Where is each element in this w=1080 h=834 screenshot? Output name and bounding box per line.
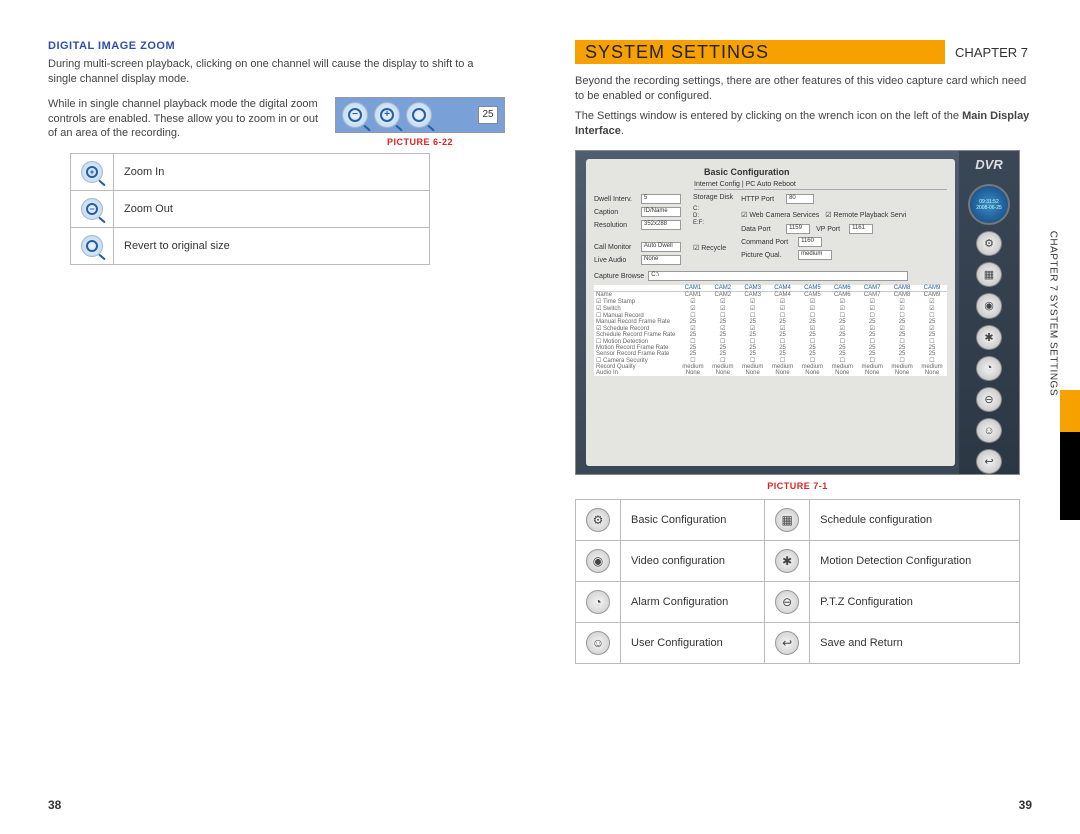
tabs[interactable]: Internet Config | PC Auto Reboot: [694, 181, 947, 190]
cmd-port[interactable]: 1160: [798, 237, 822, 247]
chapter-header: SYSTEM SETTINGS CHAPTER 7: [575, 40, 1032, 64]
http-port[interactable]: 80: [786, 194, 814, 204]
chapter-bar: SYSTEM SETTINGS: [575, 40, 945, 64]
picture-6-22: − + 25 PICTURE 6-22: [335, 97, 505, 147]
callmon-select[interactable]: Auto Dwell: [641, 242, 681, 252]
window-title: Basic Configuration: [704, 167, 947, 177]
table-row: ☺ User Configuration ↩ Save and Return: [576, 623, 1020, 664]
picture-label: PICTURE 6-22: [335, 137, 505, 147]
zoom-toolbar: − + 25: [335, 97, 505, 133]
save-icon: ↩: [775, 631, 799, 655]
page-number: 38: [48, 798, 61, 812]
calendar-icon[interactable]: ▦: [976, 262, 1002, 287]
zoom-legend-table: + Zoom In − Zoom Out Revert to original …: [70, 153, 430, 265]
cell-text: Zoom In: [114, 154, 430, 191]
save-icon[interactable]: ↩: [976, 449, 1002, 474]
vp-port[interactable]: 1161: [849, 224, 873, 234]
camera-table: CAM1CAM2CAM3CAM4CAM5CAM6CAM7CAM8CAM9 Nam…: [594, 285, 947, 376]
capture-path[interactable]: C:\: [648, 271, 908, 281]
thumb-tab: [1060, 390, 1080, 520]
picqual-select[interactable]: medium: [798, 250, 832, 260]
resolution-select[interactable]: 352x288: [641, 220, 681, 230]
chapter-number: CHAPTER 7: [955, 45, 1028, 60]
table-row: ◔ Alarm Configuration ⊖ P.T.Z Configurat…: [576, 582, 1020, 623]
cell-text: Revert to original size: [114, 228, 430, 265]
para-howto: The Settings window is entered by clicki…: [575, 109, 1032, 139]
table-row: ⚙ Basic Configuration ▦ Schedule configu…: [576, 500, 1020, 541]
calendar-icon: ▦: [775, 508, 799, 532]
dvr-logo: DVR: [975, 157, 1002, 172]
ptz-icon: ⊖: [775, 590, 799, 614]
zoom-value: 25: [478, 106, 498, 124]
chapter-title: SYSTEM SETTINGS: [585, 42, 769, 63]
zoom-reset-icon[interactable]: [406, 102, 432, 128]
caption-select[interactable]: ID/Name: [641, 207, 681, 217]
bell-icon: ◔: [586, 590, 610, 614]
para-intro: During multi-screen playback, clicking o…: [48, 57, 505, 87]
user-icon[interactable]: ☺: [976, 418, 1002, 443]
zoom-out-icon[interactable]: −: [342, 102, 368, 128]
data-port[interactable]: 1159: [786, 224, 810, 234]
picture-7-1: Basic Configuration Internet Config | PC…: [575, 150, 1020, 475]
video-icon: ◉: [586, 549, 610, 573]
table-row: + Zoom In: [71, 154, 430, 191]
dvr-sidebar: DVR 09:31:52 2008-06-25 ⚙ ▦ ◉ ✱ ◔ ⊖ ☺ ↩: [959, 151, 1019, 474]
motion-icon: ✱: [775, 549, 799, 573]
user-icon: ☺: [586, 631, 610, 655]
para-context: Beyond the recording settings, there are…: [575, 74, 1032, 104]
bell-icon[interactable]: ◔: [976, 356, 1002, 381]
clock: 09:31:52 2008-06-25: [968, 184, 1010, 225]
thumb-tab-text: CHAPTER 7 SYSTEM SETTINGS: [1047, 231, 1058, 396]
page-right: SYSTEM SETTINGS CHAPTER 7 Beyond the rec…: [540, 0, 1080, 834]
dwell-input[interactable]: 5: [641, 194, 681, 204]
table-row: Revert to original size: [71, 228, 430, 265]
zoom-in-icon[interactable]: +: [374, 102, 400, 128]
zoom-in-icon: +: [81, 161, 103, 183]
zoom-out-icon: −: [81, 198, 103, 220]
section-title: DIGITAL IMAGE ZOOM: [48, 40, 505, 52]
table-row: − Zoom Out: [71, 191, 430, 228]
motion-icon[interactable]: ✱: [976, 325, 1002, 350]
liveaudio-select[interactable]: None: [641, 255, 681, 265]
page-left: DIGITAL IMAGE ZOOM During multi-screen p…: [0, 0, 540, 834]
cell-text: Zoom Out: [114, 191, 430, 228]
pic622-block: − + 25 PICTURE 6-22 While in single chan…: [48, 97, 505, 142]
ptz-icon[interactable]: ⊖: [976, 387, 1002, 412]
picture-label: PICTURE 7-1: [575, 481, 1020, 491]
config-legend-table: ⚙ Basic Configuration ▦ Schedule configu…: [575, 499, 1020, 664]
gear-icon[interactable]: ⚙: [976, 231, 1002, 256]
video-icon[interactable]: ◉: [976, 293, 1002, 318]
zoom-reset-icon: [81, 235, 103, 257]
gear-icon: ⚙: [586, 508, 610, 532]
table-row: ◉ Video configuration ✱ Motion Detection…: [576, 541, 1020, 582]
page-number: 39: [1019, 798, 1032, 812]
settings-window: Basic Configuration Internet Config | PC…: [586, 159, 955, 466]
